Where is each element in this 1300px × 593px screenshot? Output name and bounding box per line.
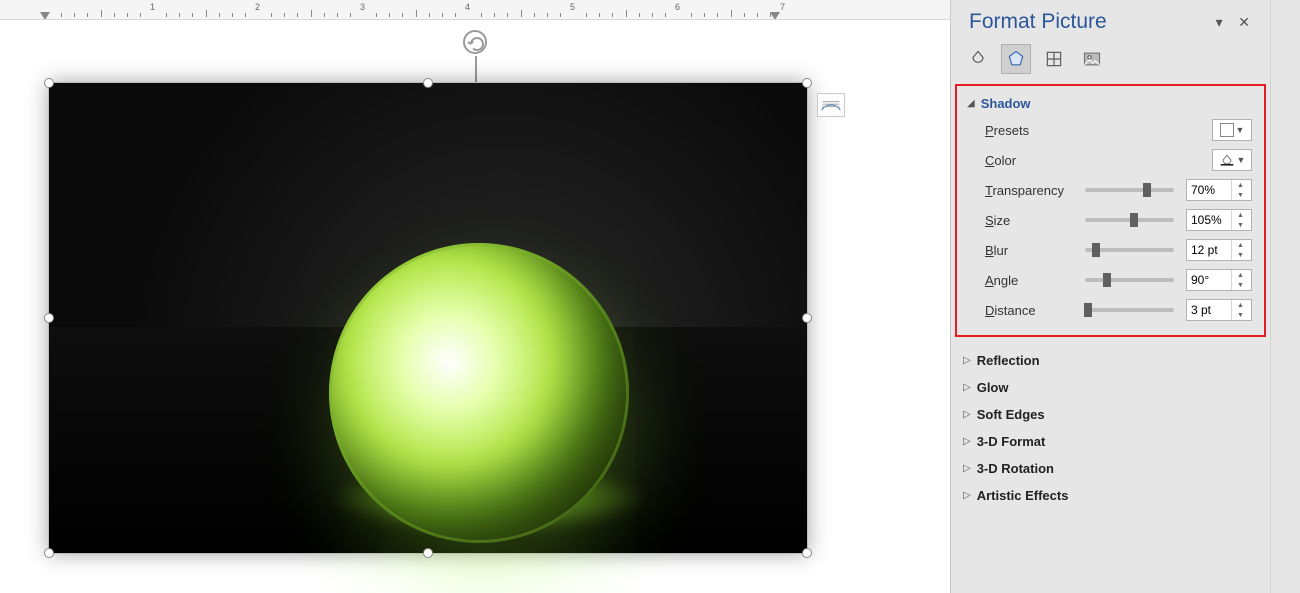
ruler-number: 7 xyxy=(780,2,785,12)
transparency-slider[interactable] xyxy=(1085,188,1174,192)
distance-input[interactable] xyxy=(1187,300,1231,320)
resize-handle[interactable] xyxy=(802,548,812,558)
ruler-number: 3 xyxy=(360,2,365,12)
indent-left-marker[interactable] xyxy=(40,12,50,20)
ruler-number: 4 xyxy=(465,2,470,12)
angle-slider[interactable] xyxy=(1085,278,1174,282)
size-slider[interactable] xyxy=(1085,218,1174,222)
tab-picture[interactable] xyxy=(1077,44,1107,74)
resize-handle[interactable] xyxy=(423,548,433,558)
tab-effects[interactable] xyxy=(1001,44,1031,74)
vertical-scrollbar-gutter[interactable] xyxy=(1270,0,1300,593)
layout-options-button[interactable] xyxy=(817,93,845,117)
transparency-input[interactable] xyxy=(1187,180,1231,200)
blur-slider[interactable] xyxy=(1085,248,1174,252)
color-label: Color xyxy=(985,153,1073,168)
document-canvas[interactable]: 1 2 3 4 5 6 7 xyxy=(0,0,951,593)
panel-tabs xyxy=(951,38,1270,84)
expand-triangle-icon: ▷ xyxy=(963,490,971,501)
horizontal-ruler: 1 2 3 4 5 6 7 xyxy=(0,0,950,20)
spin-up-icon[interactable]: ▲ xyxy=(1232,210,1249,220)
distance-slider[interactable] xyxy=(1085,308,1174,312)
resize-handle[interactable] xyxy=(802,78,812,88)
blur-spinner[interactable]: ▲▼ xyxy=(1186,239,1252,261)
resize-handle[interactable] xyxy=(44,78,54,88)
size-input[interactable] xyxy=(1187,210,1231,230)
section-artistic-effects-toggle[interactable]: ▷Artistic Effects xyxy=(959,482,1262,509)
panel-close-button[interactable]: ✕ xyxy=(1232,14,1256,30)
resize-handle[interactable] xyxy=(802,313,812,323)
angle-input[interactable] xyxy=(1187,270,1231,290)
collapse-triangle-icon: ◢ xyxy=(967,98,975,109)
resize-handle[interactable] xyxy=(44,548,54,558)
distance-spinner[interactable]: ▲▼ xyxy=(1186,299,1252,321)
resize-handle[interactable] xyxy=(44,313,54,323)
blur-label: Blur xyxy=(985,243,1073,258)
ruler-number: 5 xyxy=(570,2,575,12)
size-spinner[interactable]: ▲▼ xyxy=(1186,209,1252,231)
presets-label: Presets xyxy=(985,123,1073,138)
spin-down-icon[interactable]: ▼ xyxy=(1232,280,1249,290)
expand-triangle-icon: ▷ xyxy=(963,355,971,366)
transparency-spinner[interactable]: ▲▼ xyxy=(1186,179,1252,201)
expand-triangle-icon: ▷ xyxy=(963,382,971,393)
expand-triangle-icon: ▷ xyxy=(963,436,971,447)
spin-down-icon[interactable]: ▼ xyxy=(1232,190,1249,200)
spin-up-icon[interactable]: ▲ xyxy=(1232,240,1249,250)
section-shadow-toggle[interactable]: ◢ Shadow xyxy=(963,92,1258,115)
section-reflection-toggle[interactable]: ▷Reflection xyxy=(959,347,1262,374)
rotate-handle-icon[interactable] xyxy=(463,30,487,54)
shadow-color-dropdown[interactable]: ▼ xyxy=(1212,149,1252,171)
ruler-number: 2 xyxy=(255,2,260,12)
tab-size-properties[interactable] xyxy=(1039,44,1069,74)
picture-content xyxy=(49,83,807,553)
spin-up-icon[interactable]: ▲ xyxy=(1232,180,1249,190)
spin-down-icon[interactable]: ▼ xyxy=(1232,250,1249,260)
tab-fill-line[interactable] xyxy=(963,44,993,74)
section-3-d-format-toggle[interactable]: ▷3-D Format xyxy=(959,428,1262,455)
resize-handle[interactable] xyxy=(423,78,433,88)
expand-triangle-icon: ▷ xyxy=(963,409,971,420)
angle-label: Angle xyxy=(985,273,1073,288)
spin-down-icon[interactable]: ▼ xyxy=(1232,220,1249,230)
spin-up-icon[interactable]: ▲ xyxy=(1232,300,1249,310)
section-3-d-rotation-toggle[interactable]: ▷3-D Rotation xyxy=(959,455,1262,482)
shadow-presets-dropdown[interactable]: ▼ xyxy=(1212,119,1252,141)
spin-down-icon[interactable]: ▼ xyxy=(1232,310,1249,320)
transparency-label: Transparency xyxy=(985,183,1073,198)
format-picture-pane: Format Picture ▾ ✕ ◢ Shadow Presets xyxy=(951,0,1270,593)
panel-options-button[interactable]: ▾ xyxy=(1210,14,1229,30)
ruler-number: 6 xyxy=(675,2,680,12)
expand-triangle-icon: ▷ xyxy=(963,463,971,474)
section-soft-edges-toggle[interactable]: ▷Soft Edges xyxy=(959,401,1262,428)
section-glow-toggle[interactable]: ▷Glow xyxy=(959,374,1262,401)
angle-spinner[interactable]: ▲▼ xyxy=(1186,269,1252,291)
selected-picture[interactable] xyxy=(48,82,808,554)
spin-up-icon[interactable]: ▲ xyxy=(1232,270,1249,280)
ruler-number: 1 xyxy=(150,2,155,12)
distance-label: Distance xyxy=(985,303,1073,318)
shadow-section-highlight: ◢ Shadow Presets ▼ Color ▼ Transparency xyxy=(955,84,1266,337)
size-label: Size xyxy=(985,213,1073,228)
indent-right-marker[interactable] xyxy=(770,12,780,20)
panel-title: Format Picture xyxy=(969,10,1107,34)
blur-input[interactable] xyxy=(1187,240,1231,260)
